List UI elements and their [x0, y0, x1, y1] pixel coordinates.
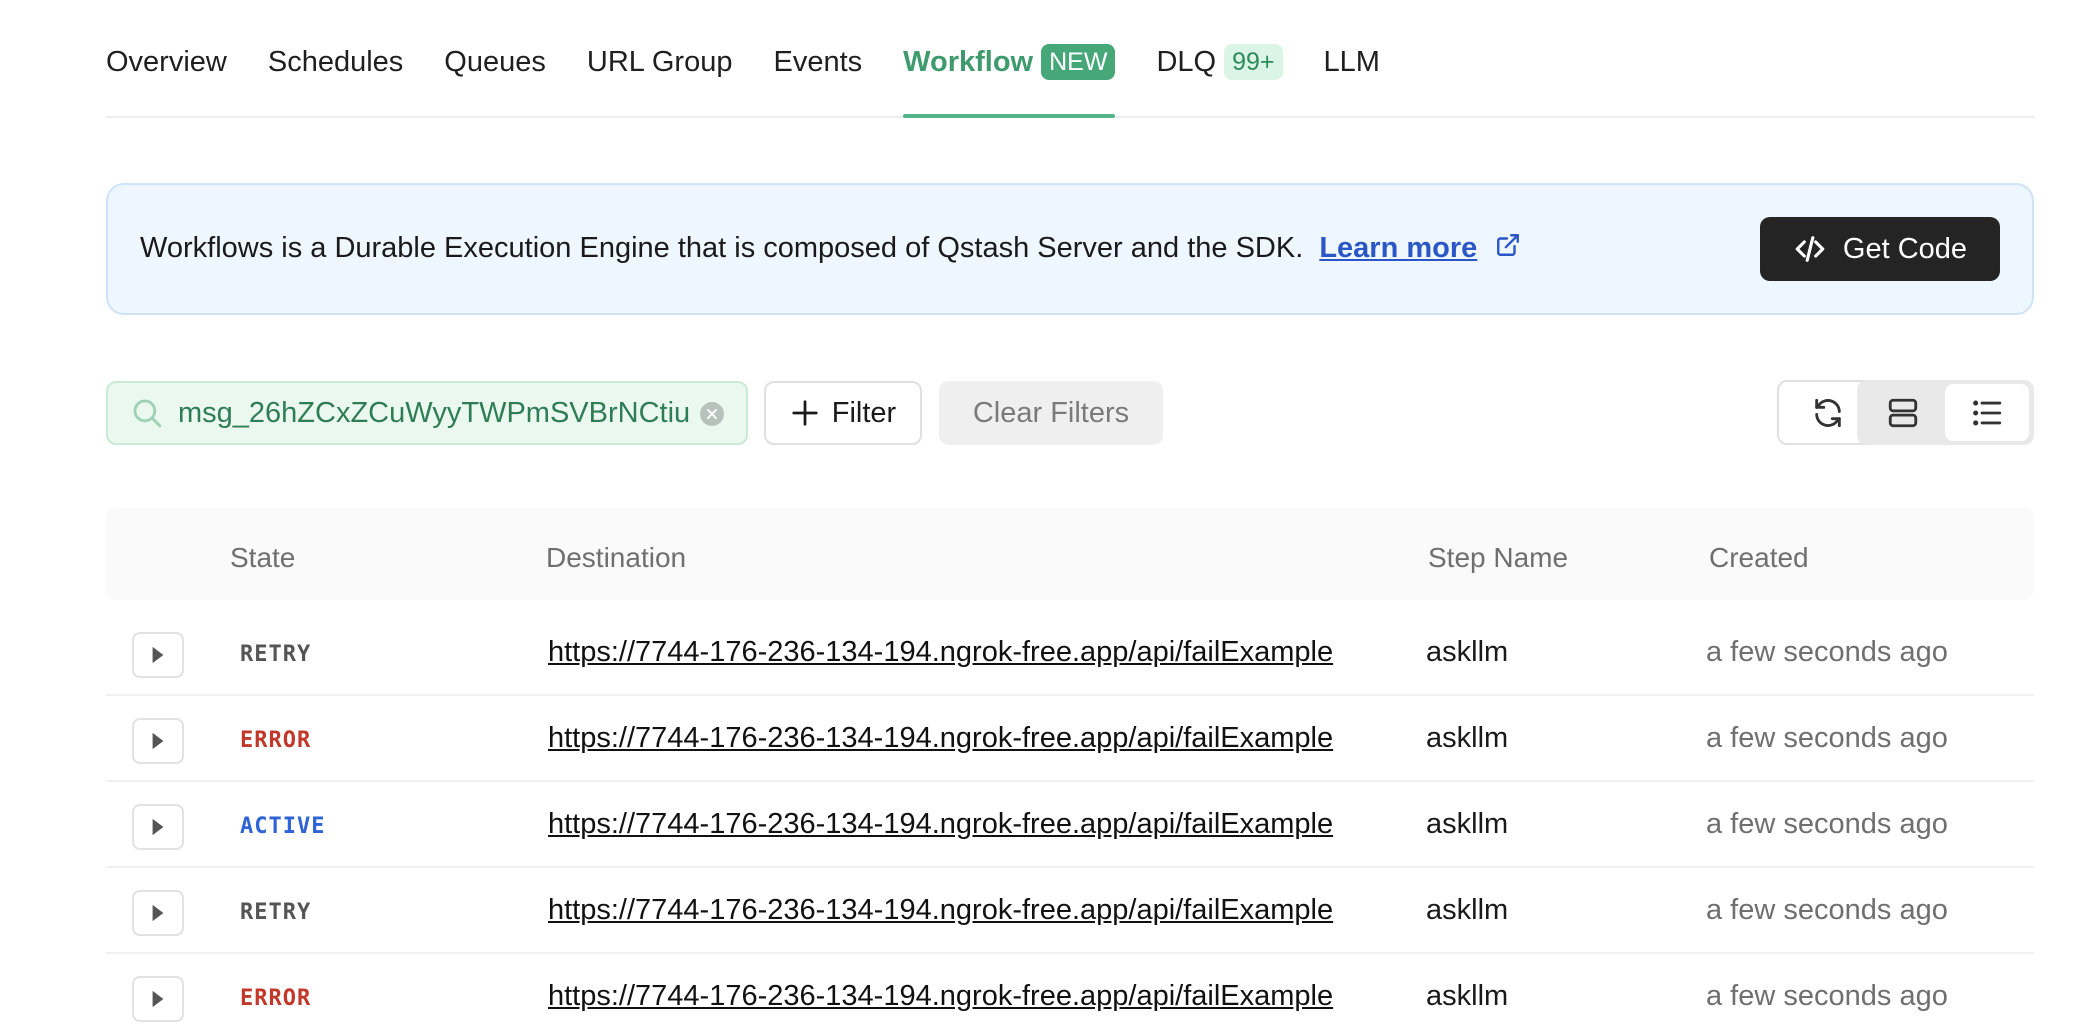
step-name: askllm: [1426, 808, 1509, 840]
header-state: State: [230, 542, 296, 573]
expand-row-button[interactable]: [132, 890, 184, 936]
tab-label: Events: [773, 45, 863, 78]
table-row[interactable]: RETRY https://7744-176-236-134-194.ngrok…: [106, 868, 2034, 954]
search-icon: [133, 399, 162, 428]
workflow-info-banner: Workflows is a Durable Execution Engine …: [106, 183, 2034, 315]
get-code-button[interactable]: Get Code: [1760, 217, 2000, 281]
search-box[interactable]: [106, 381, 748, 445]
step-name: askllm: [1426, 980, 1509, 1012]
caret-right-icon: [152, 990, 164, 1008]
state-badge: RETRY: [240, 642, 312, 667]
table-row[interactable]: ACTIVE https://7744-176-236-134-194.ngro…: [106, 782, 2034, 868]
learn-more-link[interactable]: Learn more: [1319, 232, 1477, 264]
created-time: a few seconds ago: [1706, 894, 1948, 926]
list-view-option[interactable]: [1945, 384, 2029, 441]
banner-message: Workflows is a Durable Execution Engine …: [140, 231, 1304, 264]
destination-link[interactable]: https://7744-176-236-134-194.ngrok-free.…: [548, 980, 1333, 1013]
tab-label: Schedules: [267, 45, 404, 78]
state-badge: ERROR: [240, 986, 312, 1011]
caret-right-icon: [152, 818, 164, 836]
tab-label: LLM: [1323, 45, 1380, 78]
table-row[interactable]: RETRY https://7744-176-236-134-194.ngrok…: [106, 610, 2034, 696]
destination-link[interactable]: https://7744-176-236-134-194.ngrok-free.…: [548, 722, 1333, 755]
destination-link[interactable]: https://7744-176-236-134-194.ngrok-free.…: [548, 636, 1333, 669]
table-header: State Destination Step Name Created: [106, 508, 2034, 600]
table-row[interactable]: ERROR https://7744-176-236-134-194.ngrok…: [106, 954, 2034, 1026]
banner-text: Workflows is a Durable Execution Engine …: [140, 232, 1521, 266]
created-time: a few seconds ago: [1706, 808, 1948, 840]
view-toggle: [1857, 380, 2034, 445]
state-badge: ACTIVE: [240, 814, 326, 839]
step-name: askllm: [1426, 894, 1509, 926]
clear-filters-button[interactable]: Clear Filters: [939, 381, 1163, 445]
tab-events[interactable]: Events: [773, 0, 862, 116]
tab-queues[interactable]: Queues: [444, 0, 546, 116]
tab-overview[interactable]: Overview: [106, 0, 227, 116]
new-badge: NEW: [1041, 44, 1116, 80]
state-badge: ERROR: [240, 728, 312, 753]
dlq-count-badge: 99+: [1224, 44, 1283, 80]
tab-label: DLQ: [1156, 45, 1217, 78]
created-time: a few seconds ago: [1706, 722, 1948, 754]
tab-schedules[interactable]: Schedules: [268, 0, 403, 116]
header-created: Created: [1709, 542, 1809, 573]
created-time: a few seconds ago: [1706, 636, 1948, 668]
expand-row-button[interactable]: [132, 718, 184, 764]
caret-right-icon: [152, 646, 164, 664]
plus-icon: [792, 400, 818, 426]
destination-link[interactable]: https://7744-176-236-134-194.ngrok-free.…: [548, 894, 1333, 927]
tab-label: Overview: [106, 45, 227, 78]
tab-dlq[interactable]: DLQ 99+: [1156, 0, 1283, 116]
tab-label: Queues: [444, 45, 546, 78]
expand-row-button[interactable]: [132, 976, 184, 1022]
code-icon: [1795, 236, 1825, 262]
tab-label: URL Group: [586, 45, 733, 78]
destination-link[interactable]: https://7744-176-236-134-194.ngrok-free.…: [548, 808, 1333, 841]
tab-llm[interactable]: LLM: [1324, 0, 1380, 116]
card-view-option[interactable]: [1861, 384, 1945, 441]
step-name: askllm: [1426, 722, 1509, 754]
refresh-icon: [1815, 398, 1841, 427]
caret-right-icon: [152, 732, 164, 750]
header-step-name: Step Name: [1428, 542, 1569, 573]
filter-label: Filter: [831, 396, 897, 429]
step-name: askllm: [1426, 636, 1509, 668]
search-input[interactable]: [178, 396, 698, 430]
table-row[interactable]: ERROR https://7744-176-236-134-194.ngrok…: [106, 696, 2034, 782]
state-badge: RETRY: [240, 900, 312, 925]
clear-search-icon[interactable]: [700, 402, 724, 426]
list-view-icon: [1973, 400, 2002, 425]
created-time: a few seconds ago: [1706, 980, 1948, 1012]
header-destination: Destination: [546, 542, 687, 573]
caret-right-icon: [152, 904, 164, 922]
filter-button[interactable]: Filter: [764, 381, 922, 445]
card-view-icon: [1888, 398, 1918, 427]
tab-label: Workflow: [903, 45, 1034, 78]
workflow-table: State Destination Step Name Created RETR…: [106, 508, 2034, 1026]
expand-row-button[interactable]: [132, 632, 184, 678]
tab-url-group[interactable]: URL Group: [587, 0, 733, 116]
tab-workflow[interactable]: Workflow NEW: [903, 0, 1116, 118]
tab-bar: Overview Schedules Queues URL Group Even…: [106, 0, 2034, 118]
table-body: RETRY https://7744-176-236-134-194.ngrok…: [106, 610, 2034, 1026]
get-code-label: Get Code: [1842, 232, 1968, 265]
external-link-icon[interactable]: [1495, 232, 1521, 266]
expand-row-button[interactable]: [132, 804, 184, 850]
